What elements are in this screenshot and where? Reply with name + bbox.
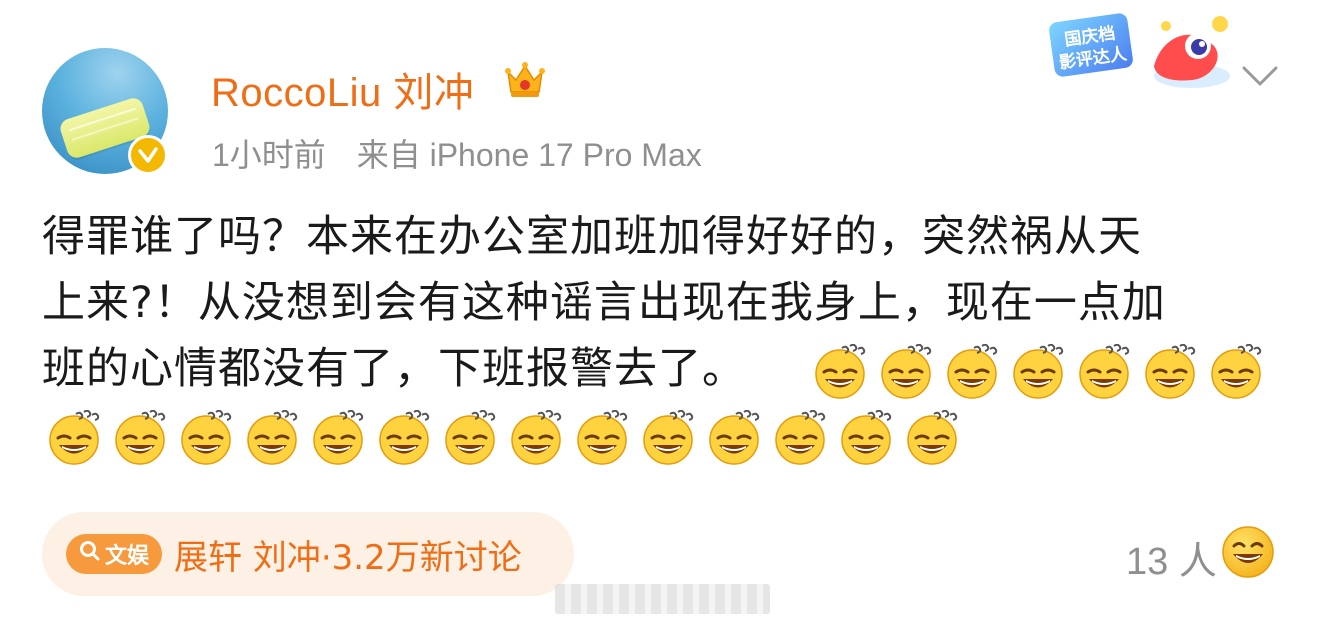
dizzy-grin-emoji-icon	[907, 410, 958, 465]
author-name[interactable]: RoccoLiu 刘冲	[211, 60, 474, 118]
dizzy-grin-emoji-icon	[1013, 344, 1064, 399]
watermark	[555, 584, 770, 614]
post-text-line-2: 上来?！从没想到会有这种谣言出现在我身上，现在一点加	[42, 278, 1166, 328]
dizzy-grin-emoji-icon	[881, 344, 932, 399]
event-badge-icon[interactable]: 国庆档 影评达人	[1042, 6, 1232, 102]
dizzy-grin-emoji-icon	[947, 344, 998, 399]
dizzy-grin-emoji-icon	[313, 410, 364, 465]
topic-count: ·3.2万新讨论	[320, 537, 522, 578]
weibo-post: RoccoLiu 刘冲 1小时前 来自 iPhone 17 Pro Max 国庆…	[0, 0, 1320, 628]
dizzy-grin-emoji-icon	[115, 410, 166, 465]
dizzy-grin-emoji-icon	[49, 410, 100, 465]
dizzy-grin-emoji-icon	[643, 410, 694, 465]
dizzy-grin-emoji-icon	[841, 410, 892, 465]
grin-emoji-icon[interactable]	[1220, 524, 1276, 580]
topic-tag-label: 文娱	[104, 544, 149, 569]
dizzy-grin-emoji-icon	[247, 410, 298, 465]
topic-title: 展轩 刘冲	[174, 537, 321, 578]
dizzy-grin-emoji-icon	[181, 410, 232, 465]
dizzy-grin-emoji-icon	[709, 410, 760, 465]
topic-chip[interactable]: 文娱 展轩 刘冲 ·3.2万新讨论	[42, 512, 574, 596]
dizzy-grin-emoji-icon	[1079, 344, 1130, 399]
topic-tag: 文娱	[66, 534, 162, 574]
crown-icon	[505, 62, 545, 97]
dizzy-grin-emoji-icon	[1145, 344, 1196, 399]
emoji-row-2	[46, 410, 960, 466]
dizzy-grin-emoji-icon	[775, 410, 826, 465]
dizzy-grin-emoji-icon	[815, 344, 866, 399]
verified-icon	[128, 135, 168, 175]
emoji-row-1	[812, 344, 1264, 400]
search-icon	[79, 540, 101, 568]
dizzy-grin-emoji-icon	[1211, 344, 1262, 399]
post-time: 1小时前	[212, 137, 326, 173]
post-text-line-1: 得罪谁了吗？本来在办公室加班加得好好的，突然祸从天	[42, 212, 1142, 262]
dizzy-grin-emoji-icon	[511, 410, 562, 465]
post-meta: 1小时前 来自 iPhone 17 Pro Max	[212, 130, 724, 176]
dizzy-grin-emoji-icon	[577, 410, 628, 465]
dizzy-grin-emoji-icon	[379, 410, 430, 465]
chevron-down-icon[interactable]	[1238, 60, 1282, 92]
reaction-count[interactable]: 13 人	[1126, 530, 1217, 585]
dizzy-grin-emoji-icon	[445, 410, 496, 465]
post-source: 来自 iPhone 17 Pro Max	[356, 137, 702, 173]
